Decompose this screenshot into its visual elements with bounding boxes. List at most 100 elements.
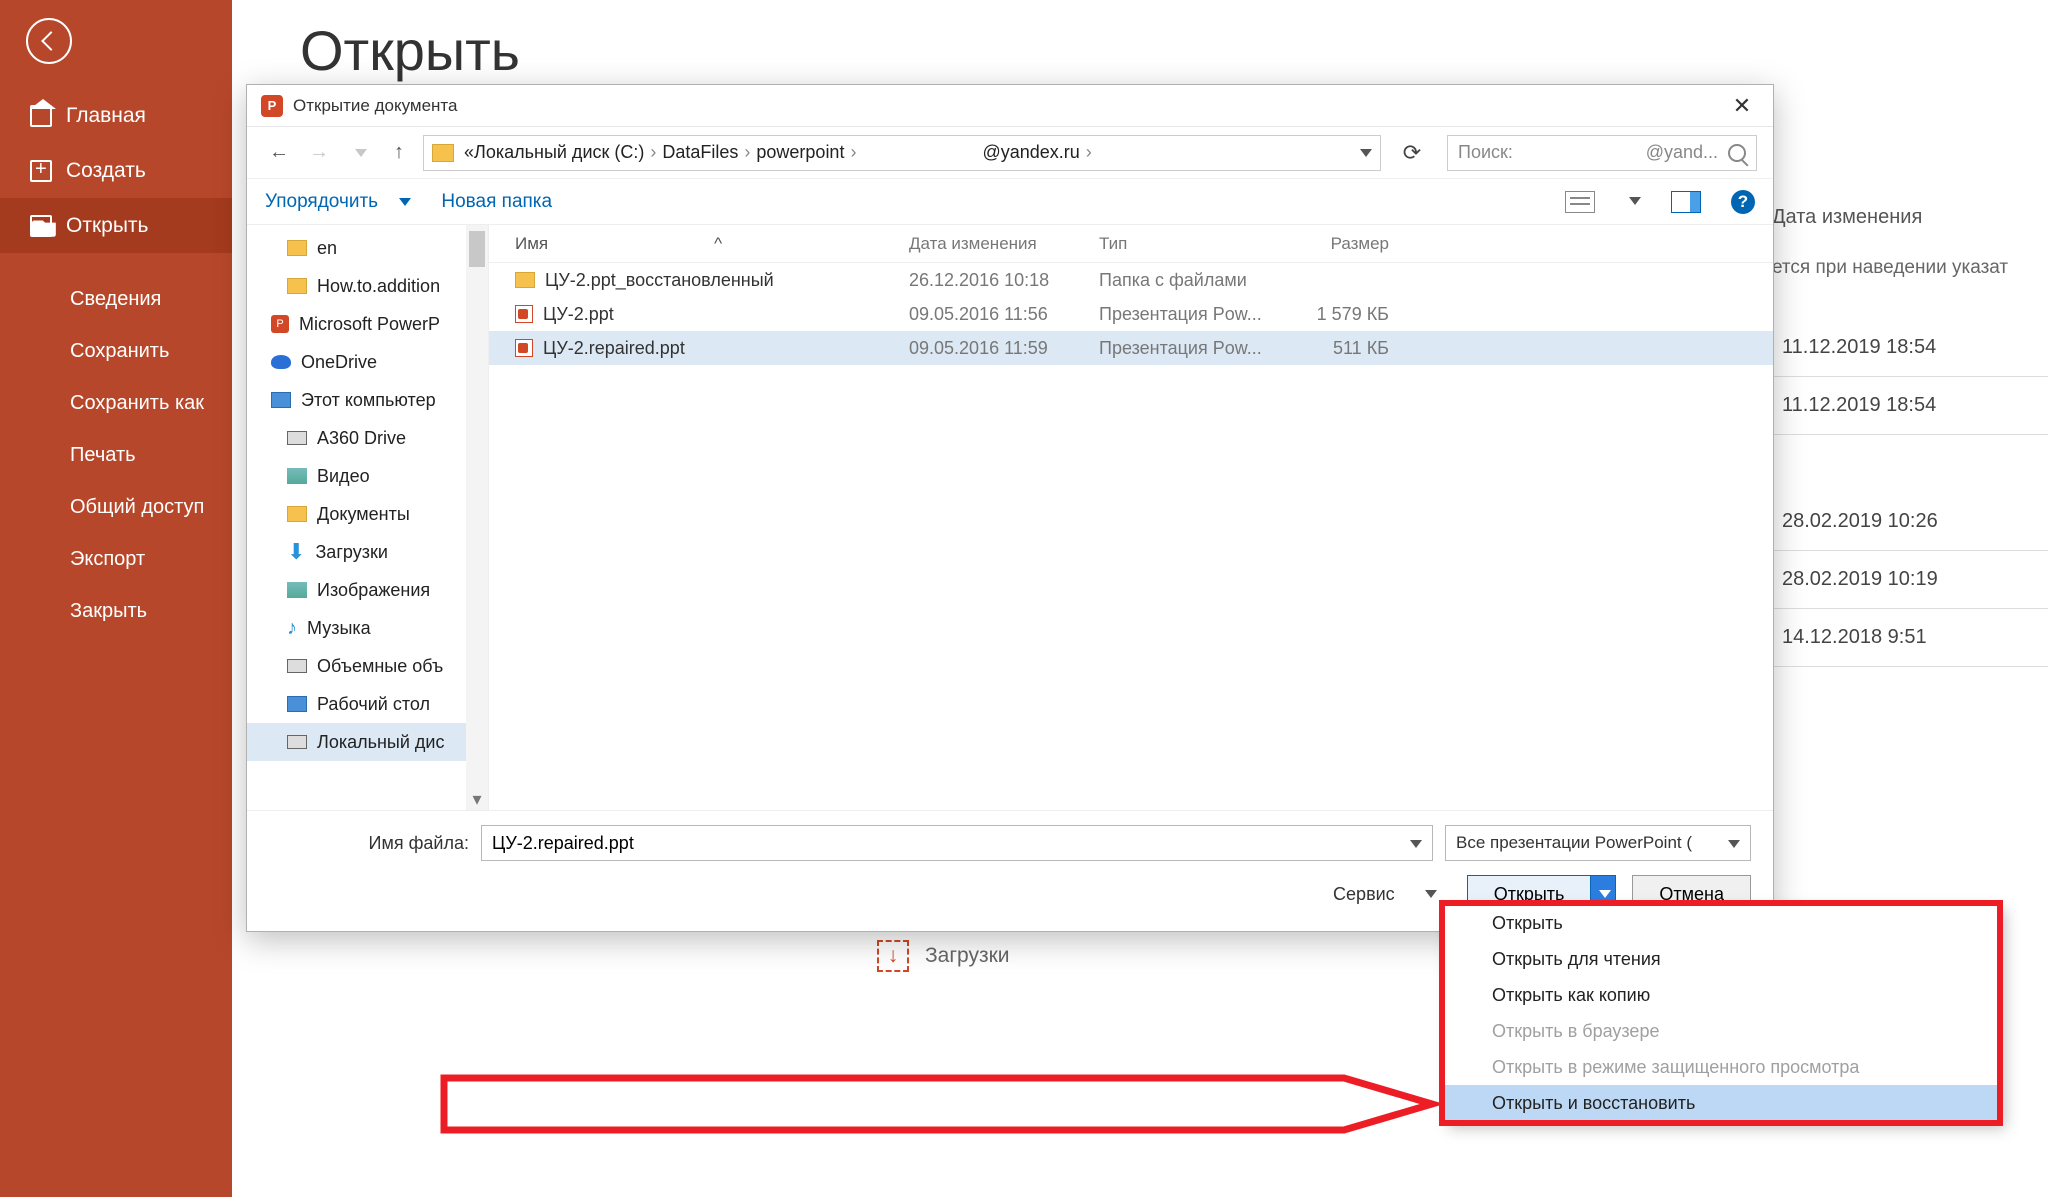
chevron-down-icon[interactable] xyxy=(1406,833,1422,854)
back-button[interactable] xyxy=(26,18,72,64)
tree-label: Объемные объ xyxy=(317,656,443,677)
navigation-bar: ← → ↑ « Локальный диск (C:)› DataFiles› … xyxy=(247,127,1773,179)
location-label: Загрузки xyxy=(925,944,1010,968)
tree-item[interactable]: A360 Drive xyxy=(247,419,488,457)
powerpoint-icon: P xyxy=(261,95,283,117)
tree-item[interactable]: Локальный дис xyxy=(247,723,488,761)
menu-item[interactable]: Открыть для чтения xyxy=(1444,941,1998,977)
nav-forward-button[interactable]: → xyxy=(303,137,335,169)
menu-item[interactable]: Открыть как копию xyxy=(1444,977,1998,1013)
nav-save[interactable]: Сохранить xyxy=(0,325,232,377)
tree-label: Документы xyxy=(317,504,410,525)
tree-item[interactable]: ⬇ Загрузки xyxy=(247,533,488,571)
recent-date: 11.12.2019 18:54 xyxy=(1772,377,2048,435)
nav-share[interactable]: Общий доступ xyxy=(0,481,232,533)
nav-saveas[interactable]: Сохранить как xyxy=(0,377,232,429)
view-dropdown[interactable] xyxy=(1625,193,1641,211)
file-list-header[interactable]: Имя^ Дата изменения Тип Размер xyxy=(489,225,1773,263)
recent-date: 11.12.2019 18:54 xyxy=(1772,319,2048,377)
file-row[interactable]: ЦУ-2.ppt_восстановленный26.12.2016 10:18… xyxy=(489,263,1773,297)
file-size: 1 579 КБ xyxy=(1289,304,1409,325)
onedrive-icon xyxy=(271,355,291,369)
column-date[interactable]: Дата изменения xyxy=(909,234,1099,254)
downloads-icon: ⬇ xyxy=(287,539,305,565)
dialog-title: Открытие документа xyxy=(293,96,1719,116)
nav-export[interactable]: Экспорт xyxy=(0,533,232,585)
filename-input[interactable]: ЦУ-2.repaired.ppt xyxy=(481,825,1433,861)
nav-back-button[interactable]: ← xyxy=(263,137,295,169)
location-downloads[interactable]: ↓ Загрузки xyxy=(877,940,1010,972)
chevron-down-icon[interactable] xyxy=(1356,142,1372,163)
tree-item[interactable]: Объемные объ xyxy=(247,647,488,685)
file-date: 09.05.2016 11:59 xyxy=(909,338,1099,359)
refresh-button[interactable]: ⟳ xyxy=(1395,136,1429,170)
nav-close[interactable]: Закрыть xyxy=(0,585,232,637)
view-mode-button[interactable] xyxy=(1565,191,1595,213)
file-type-filter[interactable]: Все презентации PowerPoint ( xyxy=(1445,825,1751,861)
pictures-icon xyxy=(287,468,307,484)
menu-item[interactable]: Открыть и восстановить xyxy=(1444,1085,1998,1121)
organize-button[interactable]: Упорядочить xyxy=(265,191,411,213)
tree-item[interactable]: Рабочий стол xyxy=(247,685,488,723)
nav-recent-dropdown[interactable] xyxy=(343,137,375,169)
nav-up-button[interactable]: ↑ xyxy=(383,137,415,169)
preview-pane-button[interactable] xyxy=(1671,191,1701,213)
folder-icon xyxy=(515,272,535,288)
tree-scrollbar[interactable]: ▴ ▾ xyxy=(466,225,488,810)
nav-open[interactable]: Открыть xyxy=(0,198,232,253)
recent-date: 14.12.2018 9:51 xyxy=(1772,609,2048,667)
tree-label: A360 Drive xyxy=(317,428,406,449)
column-size[interactable]: Размер xyxy=(1289,234,1409,254)
recent-date-header: Дата изменения xyxy=(1772,206,2048,229)
file-row[interactable]: ЦУ-2.repaired.ppt 09.05.2016 11:59Презент… xyxy=(489,331,1773,365)
file-type: Презентация Pow... xyxy=(1099,304,1289,325)
tree-item[interactable]: en xyxy=(247,229,488,267)
file-list: Имя^ Дата изменения Тип Размер ЦУ-2.ppt_… xyxy=(489,225,1773,810)
folder-tree[interactable]: enHow.to.addition P Microsoft PowerP OneDri… xyxy=(247,225,489,810)
tree-item[interactable]: Этот компьютер xyxy=(247,381,488,419)
tree-item[interactable]: P Microsoft PowerP xyxy=(247,305,488,343)
tree-item[interactable]: ♪Музыка xyxy=(247,609,488,647)
nav-label: Открыть xyxy=(66,214,148,238)
recent-files-date-column: Дата изменения ется при наведении указат… xyxy=(1772,206,2048,667)
tools-button[interactable]: Сервис xyxy=(1333,884,1437,905)
nav-info[interactable]: Сведения xyxy=(0,273,232,325)
nav-home[interactable]: Главная xyxy=(0,88,232,143)
powerpoint-icon: P xyxy=(271,315,289,333)
filename-label: Имя файла: xyxy=(269,833,469,854)
file-type: Папка с файлами xyxy=(1099,270,1289,291)
pin-hint: ется при наведении указат xyxy=(1772,257,2048,279)
tree-item[interactable]: OneDrive xyxy=(247,343,488,381)
folder-icon xyxy=(287,278,307,294)
tree-item[interactable]: Изображения xyxy=(247,571,488,609)
menu-item[interactable]: Открыть xyxy=(1444,905,1998,941)
close-button[interactable]: ✕ xyxy=(1719,90,1765,122)
tree-item[interactable]: Видео xyxy=(247,457,488,495)
open-icon xyxy=(30,215,52,237)
file-row[interactable]: ЦУ-2.ppt09.05.2016 11:56Презентация Pow.… xyxy=(489,297,1773,331)
file-type: Презентация Pow... xyxy=(1099,338,1289,359)
backstage-sidebar: Главная Создать Открыть Сведения Сохрани… xyxy=(0,0,232,1197)
nav-print[interactable]: Печать xyxy=(0,429,232,481)
file-name: ЦУ-2.repaired.ppt xyxy=(543,338,685,359)
tree-label: Рабочий стол xyxy=(317,694,430,715)
help-button[interactable]: ? xyxy=(1731,190,1755,214)
downloads-icon: ↓ xyxy=(877,940,909,972)
pictures-icon xyxy=(287,582,307,598)
nav-new[interactable]: Создать xyxy=(0,143,232,198)
dialog-titlebar: P Открытие документа ✕ xyxy=(247,85,1773,127)
column-type[interactable]: Тип xyxy=(1099,234,1289,254)
tree-label: Microsoft PowerP xyxy=(299,314,440,335)
tree-item[interactable]: How.to.addition xyxy=(247,267,488,305)
tree-label: Загрузки xyxy=(315,542,387,563)
breadcrumb-path[interactable]: « Локальный диск (C:)› DataFiles› powerp… xyxy=(423,135,1381,171)
ppt-file-icon xyxy=(515,305,533,323)
tree-label: OneDrive xyxy=(301,352,377,373)
scroll-down-icon[interactable]: ▾ xyxy=(466,788,488,810)
new-folder-button[interactable]: Новая папка xyxy=(441,191,552,213)
scroll-thumb[interactable] xyxy=(469,231,485,267)
column-name[interactable]: Имя^ xyxy=(489,234,909,254)
tree-item[interactable]: Документы xyxy=(247,495,488,533)
command-bar: Упорядочить Новая папка ? xyxy=(247,179,1773,225)
search-input[interactable]: Поиск: @yand... xyxy=(1447,135,1757,171)
